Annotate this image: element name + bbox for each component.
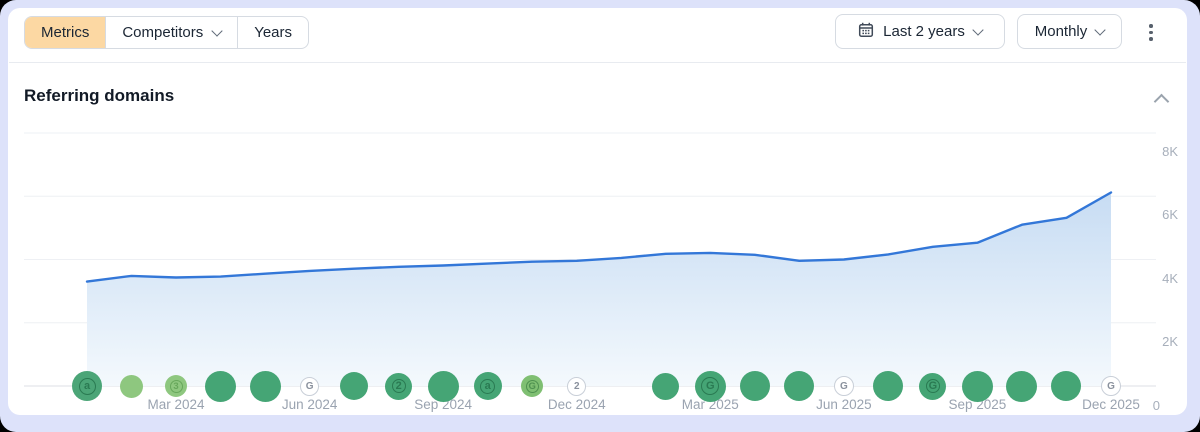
g-badge-glyph: G [701, 377, 719, 395]
referring-domains-chart[interactable] [0, 0, 1200, 432]
event-marker-mar-2024[interactable]: 3 [165, 375, 187, 397]
2-badge-glyph: 2 [392, 379, 406, 393]
event-marker-oct-2024[interactable]: a [474, 372, 502, 400]
g-badge-glyph: G [526, 380, 539, 393]
event-marker-apr-2025[interactable] [740, 371, 770, 401]
event-marker-mar-2025[interactable]: G [695, 371, 726, 402]
event-marker-dec-2024[interactable]: 2 [567, 377, 586, 396]
area-fill [87, 193, 1111, 387]
3-badge-glyph: 3 [170, 380, 183, 393]
event-marker-feb-2025[interactable] [652, 373, 679, 400]
g-badge-glyph: G [926, 379, 940, 393]
x-axis-tick-label: Jun 2025 [816, 397, 872, 412]
y-axis-tick-label: 2K [1134, 334, 1178, 349]
event-marker-sep-2024[interactable] [428, 371, 459, 402]
event-marker-apr-2024[interactable] [205, 371, 236, 402]
x-axis-tick-label: Mar 2024 [148, 397, 205, 412]
y-axis-tick-label: 4K [1134, 271, 1178, 286]
g-badge-glyph: G [840, 381, 848, 392]
event-marker-sep-2025[interactable] [962, 371, 993, 402]
event-marker-dec-2025[interactable]: G [1101, 376, 1121, 396]
x-axis-tick-label: Jun 2024 [282, 397, 338, 412]
event-marker-jun-2024[interactable]: G [300, 377, 319, 396]
a-badge-glyph: a [480, 379, 495, 394]
event-marker-oct-2025[interactable] [1006, 371, 1037, 402]
g-badge-glyph: G [306, 381, 314, 392]
2-badge-glyph: 2 [574, 381, 580, 392]
event-marker-jun-2025[interactable]: G [834, 376, 854, 396]
y-axis-tick-label: 6K [1134, 207, 1178, 222]
event-marker-may-2024[interactable] [250, 371, 281, 402]
x-axis-tick-label: Dec 2025 [1082, 397, 1140, 412]
event-marker-jul-2024[interactable] [340, 372, 368, 400]
metrics-panel: Metrics Competitors Years Last 2 years M… [0, 0, 1200, 432]
event-marker-aug-2024[interactable]: 2 [385, 373, 412, 400]
y-axis-tick-label: 8K [1134, 144, 1178, 159]
event-marker-jan-2024[interactable]: a [72, 371, 102, 401]
a-badge-glyph: a [79, 378, 96, 395]
event-marker-feb-2024[interactable] [120, 375, 143, 398]
g-badge-glyph: G [1107, 381, 1115, 392]
x-axis-tick-label: Dec 2024 [548, 397, 606, 412]
event-marker-aug-2025[interactable]: G [919, 373, 946, 400]
